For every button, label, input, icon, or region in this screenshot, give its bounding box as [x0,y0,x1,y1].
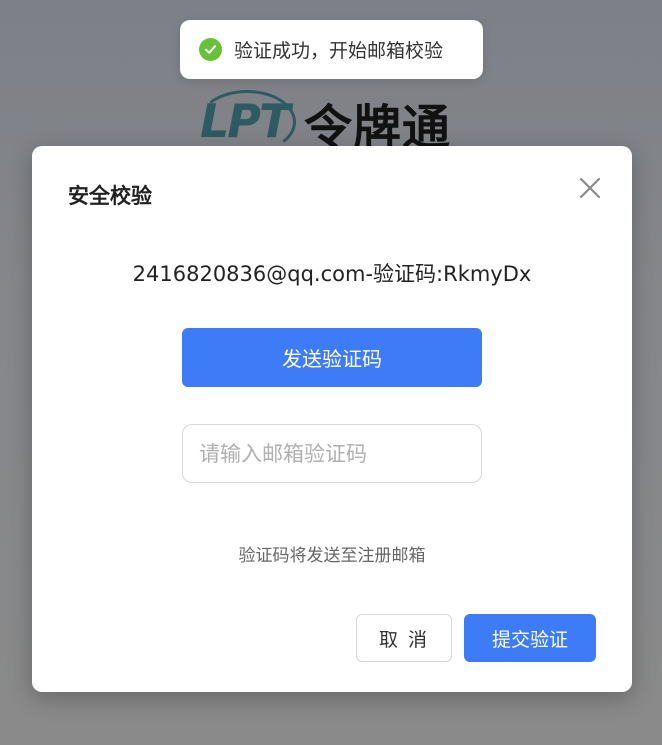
brand-logo: LPT 令牌通 [198,88,460,156]
hint-text: 验证码将发送至注册邮箱 [238,546,426,566]
check-circle-icon [199,38,222,61]
email-verification-info: 2416820836@qq.com-验证码:RkmyDx [132,262,532,286]
toast-message: 验证成功，开始邮箱校验 [234,40,444,62]
close-icon[interactable] [578,176,602,200]
security-check-dialog: 安全校验 2416820836@qq.com-验证码:RkmyDx 发送验证码 … [32,146,632,692]
send-code-button[interactable]: 发送验证码 [182,328,482,387]
dialog-title: 安全校验 [68,184,152,208]
submit-verification-button[interactable]: 提交验证 [464,614,596,662]
cancel-button[interactable]: 取 消 [356,614,452,662]
logo-mark: LPT [200,94,290,148]
email-code-input[interactable] [182,424,482,483]
success-toast: 验证成功，开始邮箱校验 [180,20,483,79]
